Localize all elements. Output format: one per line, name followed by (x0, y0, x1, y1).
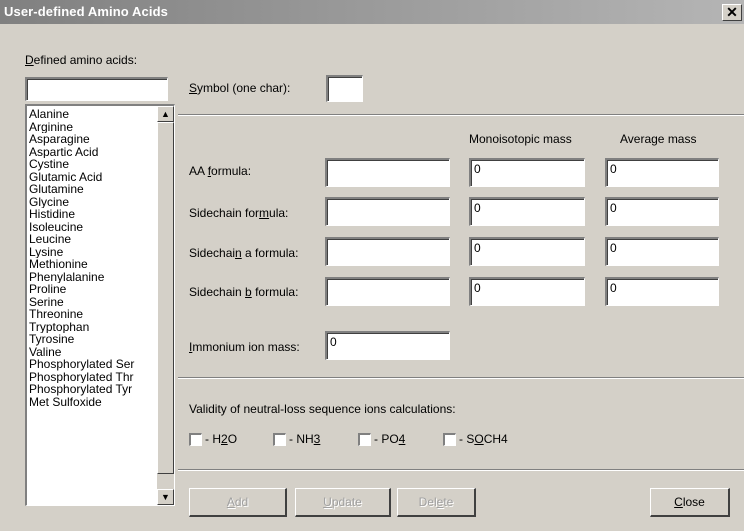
list-item[interactable]: Histidine (29, 208, 148, 221)
separator-bottom (178, 469, 744, 471)
aa-formula-input[interactable] (325, 158, 450, 187)
list-item[interactable]: Arginine (29, 121, 148, 134)
nh3-checkbox[interactable] (273, 433, 286, 446)
amino-acid-list[interactable]: Alanine Arginine Asparagine Aspartic Acid Cy… (25, 104, 175, 506)
sidechain-a-monoisotopic-mass-input[interactable]: 0 (469, 237, 585, 266)
sidechain-formula-input[interactable] (325, 197, 450, 226)
sidechain-a-average-mass-input[interactable]: 0 (605, 237, 719, 266)
scroll-thumb[interactable] (157, 122, 174, 474)
list-item[interactable]: Tryptophan (29, 321, 148, 334)
symbol-input[interactable] (326, 75, 363, 102)
aa-formula-label: AA formula: (189, 164, 252, 178)
list-item[interactable]: Tyrosine (29, 333, 148, 346)
list-item[interactable]: Phosphorylated Thr (29, 371, 148, 384)
list-scrollbar[interactable]: ▲ ▼ (157, 106, 174, 505)
add-button[interactable]: Add (189, 488, 287, 517)
sidechain-a-formula-label: Sidechain a formula: (189, 246, 299, 260)
list-item[interactable]: Phosphorylated Tyr (29, 383, 148, 396)
scroll-up-button[interactable]: ▲ (157, 106, 174, 122)
list-item[interactable]: Aspartic Acid (29, 146, 148, 159)
scroll-down-button[interactable]: ▼ (157, 489, 174, 505)
immonium-ion-mass-label: Immonium ion mass: (189, 340, 300, 354)
list-item[interactable]: Threonine (29, 308, 148, 321)
separator-top (178, 114, 744, 116)
arrow-up-icon: ▲ (161, 109, 170, 119)
amino-acid-list-items: Alanine Arginine Asparagine Aspartic Acid Cy… (29, 108, 149, 408)
list-item[interactable]: Leucine (29, 233, 148, 246)
update-button[interactable]: Update (295, 488, 391, 517)
list-item[interactable]: Methionine (29, 258, 148, 271)
defined-amino-acids-label: Defined amino acids: (25, 53, 138, 67)
aa-monoisotopic-mass-input[interactable]: 0 (469, 158, 585, 187)
po4-checkbox-label[interactable]: - PO4 (374, 432, 405, 446)
list-item[interactable]: Phenylalanine (29, 271, 148, 284)
monoisotopic-mass-header: Monoisotopic mass (469, 132, 572, 146)
list-item[interactable]: Alanine (29, 108, 148, 121)
separator-middle (178, 377, 744, 379)
delete-button[interactable]: Delete (397, 488, 476, 517)
nh3-checkbox-label[interactable]: - NH3 (289, 432, 320, 446)
amino-acid-search-input[interactable] (25, 77, 168, 101)
sidechain-average-mass-input[interactable]: 0 (605, 197, 719, 226)
list-item[interactable]: Valine (29, 346, 148, 359)
h2o-checkbox[interactable] (189, 433, 202, 446)
close-icon: ✕ (726, 4, 738, 20)
window-close-button[interactable]: ✕ (722, 4, 742, 21)
soch4-checkbox-label[interactable]: - SOCH4 (459, 432, 508, 446)
h2o-checkbox-label[interactable]: - H2O (205, 432, 237, 446)
immonium-ion-mass-input[interactable]: 0 (325, 331, 450, 360)
window-title: User-defined Amino Acids (4, 4, 168, 19)
soch4-checkbox[interactable] (443, 433, 456, 446)
sidechain-formula-label: Sidechain formula: (189, 206, 289, 220)
list-item[interactable]: Serine (29, 296, 148, 309)
symbol-label: Symbol (one char): (189, 81, 291, 95)
list-item[interactable]: Glutamic Acid (29, 171, 148, 184)
list-item[interactable]: Proline (29, 283, 148, 296)
list-item[interactable]: Asparagine (29, 133, 148, 146)
list-item[interactable]: Glutamine (29, 183, 148, 196)
list-item[interactable]: Isoleucine (29, 221, 148, 234)
list-item[interactable]: Phosphorylated Ser (29, 358, 148, 371)
close-button[interactable]: Close (650, 488, 730, 517)
arrow-down-icon: ▼ (161, 492, 170, 502)
sidechain-a-formula-input[interactable] (325, 237, 450, 266)
sidechain-b-formula-input[interactable] (325, 277, 450, 306)
list-item[interactable]: Cystine (29, 158, 148, 171)
list-item[interactable]: Glycine (29, 196, 148, 209)
list-item[interactable]: Met Sulfoxide (29, 396, 148, 409)
average-mass-header: Average mass (620, 132, 697, 146)
sidechain-b-average-mass-input[interactable]: 0 (605, 277, 719, 306)
po4-checkbox[interactable] (358, 433, 371, 446)
sidechain-b-formula-label: Sidechain b formula: (189, 285, 299, 299)
aa-average-mass-input[interactable]: 0 (605, 158, 719, 187)
validity-label: Validity of neutral-loss sequence ions c… (189, 402, 456, 416)
sidechain-monoisotopic-mass-input[interactable]: 0 (469, 197, 585, 226)
list-item[interactable]: Lysine (29, 246, 148, 259)
sidechain-b-monoisotopic-mass-input[interactable]: 0 (469, 277, 585, 306)
